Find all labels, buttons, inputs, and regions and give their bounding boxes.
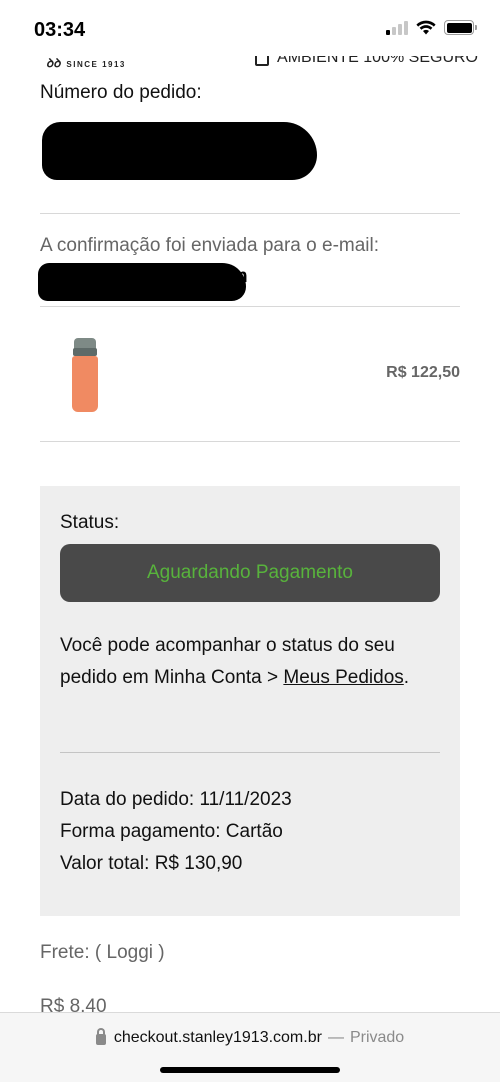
order-total: Valor total: R$ 130,90 [60,853,243,874]
order-number-label: Número do pedido: [40,82,202,103]
status-panel: Status: Aguardando Pagamento Você pode a… [40,486,460,916]
url-separator: — [327,1029,344,1046]
divider [40,306,460,307]
address-bar[interactable]: checkout.stanley1913.com.br — Privado [0,1027,500,1047]
home-indicator[interactable] [160,1067,340,1073]
browser-bottom-bar: checkout.stanley1913.com.br — Privado [0,1012,500,1082]
status-badge: Aguardando Pagamento [60,544,440,602]
divider [40,213,460,214]
cellular-signal-icon [386,20,408,35]
brand-logo[interactable]: ꝺꝺ SINCE 1913 [46,54,126,68]
order-details: Data do pedido: 11/11/2023 Forma pagamen… [60,784,292,880]
email-confirmation-label: A confirmação foi enviada para o e-mail: [40,235,380,256]
ios-status-bar: 03:34 [0,0,500,56]
divider [60,752,440,753]
redacted-order-number [42,122,317,180]
tracking-info: Você pode acompanhar o status do seu ped… [60,635,410,688]
status-label: Status: [60,512,120,533]
payment-method: Forma pagamento: Cartão [60,821,283,842]
product-thumbnail[interactable] [70,338,100,412]
shipping-label: Frete: ( Loggi ) [40,942,165,963]
order-date: Data do pedido: 11/11/2023 [60,789,292,810]
lock-icon [95,1027,106,1045]
status-value: Aguardando Pagamento [147,562,353,583]
my-orders-link[interactable]: Meus Pedidos [283,667,403,688]
product-row: R$ 122,50 [40,324,460,424]
battery-icon [444,20,477,35]
clock: 03:34 [34,19,86,41]
wifi-icon [416,20,436,35]
divider [40,441,460,442]
private-mode-label: Privado [349,1029,405,1046]
product-price: R$ 122,50 [386,364,460,381]
status-icons [386,20,477,35]
url-host: checkout.stanley1913.com.br [113,1029,322,1046]
redacted-email [38,263,246,301]
